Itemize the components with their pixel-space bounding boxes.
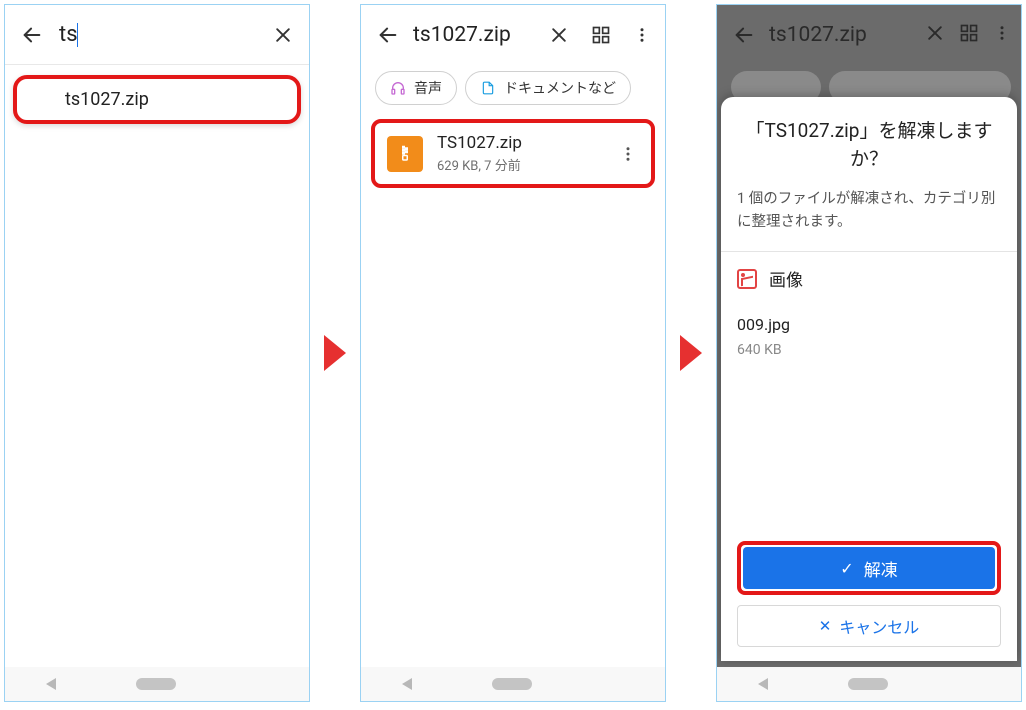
file-name: TS1027.zip [437,133,599,153]
x-icon: ✕ [819,617,832,635]
check-icon: ✓ [840,559,853,578]
zip-icon [387,136,423,172]
android-navbar [361,667,665,701]
chip-audio-label: 音声 [414,78,442,98]
back-icon [733,24,755,46]
cancel-button[interactable]: ✕ キャンセル [737,605,1001,647]
chip-audio[interactable]: 音声 [375,71,457,105]
search-result-text: ts1027.zip [65,89,149,110]
image-category-icon [737,269,757,289]
file-texts: TS1027.zip 629 KB, 7 分前 [437,133,599,174]
toolbar-title: ts1027.zip [413,23,531,47]
sheet-subtitle: 1 個のファイルが解凍され、カテゴリ別に整理されます。 [737,188,1001,233]
toolbar-title-dimmed: ts1027.zip [769,23,911,47]
text-caret [77,23,79,47]
chip-docs-label: ドキュメントなど [504,78,616,98]
more-menu-icon[interactable] [629,21,655,49]
nav-home-icon[interactable] [136,678,176,690]
nav-spacer [256,678,268,690]
file-meta: 629 KB, 7 分前 [437,155,599,174]
screen-1-search: ts ts1027.zip [4,4,310,702]
android-navbar [5,667,309,701]
divider [721,251,1017,252]
step-arrow-2 [680,4,702,702]
step-arrow-1 [324,4,346,702]
extract-item-size: 640 KB [737,342,1001,358]
search-input[interactable]: ts [59,22,257,47]
category-label: 画像 [769,266,803,291]
screen-3-content: ts1027.zip 「TS1027.zip」を解凍しますか？ 1 個のファイル… [717,5,1021,667]
close-icon [925,23,945,47]
filter-chips: 音声 ドキュメントなど [361,65,665,115]
grid-view-icon[interactable] [587,21,615,49]
sheet-title: 「TS1027.zip」を解凍しますか？ [737,117,1001,172]
spacer [737,358,1001,541]
search-value: ts [59,22,78,47]
file-more-icon[interactable] [613,138,643,170]
toolbar-dimmed: ts1027.zip [717,5,1021,65]
back-icon[interactable] [21,24,43,46]
screen-2-filelist: ts1027.zip 音声 ドキュメントなど [360,4,666,702]
extract-button[interactable]: ✓ 解凍 [743,547,995,589]
android-navbar [717,667,1021,701]
extract-item-name: 009.jpg [737,315,1001,334]
nav-back-icon[interactable] [46,678,56,690]
headphones-icon [390,80,406,96]
screen-3-extract-dialog: ts1027.zip 「TS1027.zip」を解凍しますか？ 1 個のファイル… [716,4,1022,702]
nav-back-icon[interactable] [402,678,412,690]
arrow-right-icon [680,335,702,371]
file-row[interactable]: TS1027.zip 629 KB, 7 分前 [371,119,655,188]
screen-2-content: ts1027.zip 音声 ドキュメントなど [361,5,665,667]
nav-home-icon[interactable] [848,678,888,690]
extract-button-highlight: ✓ 解凍 [737,541,1001,595]
screen-1-content: ts ts1027.zip [5,5,309,667]
cancel-button-label: キャンセル [839,614,919,638]
nav-spacer [612,678,624,690]
clear-icon[interactable] [273,25,293,45]
close-icon[interactable] [545,21,573,49]
extract-button-label: 解凍 [864,556,898,581]
nav-spacer [968,678,980,690]
category-row: 画像 [737,266,1001,291]
chip-docs[interactable]: ドキュメントなど [465,71,631,105]
arrow-right-icon [324,335,346,371]
toolbar: ts1027.zip [361,5,665,65]
extract-bottom-sheet: 「TS1027.zip」を解凍しますか？ 1 個のファイルが解凍され、カテゴリ別… [721,97,1017,661]
search-bar: ts [5,5,309,65]
nav-back-icon[interactable] [758,678,768,690]
nav-home-icon[interactable] [492,678,532,690]
back-icon[interactable] [377,24,399,46]
grid-view-icon [959,23,979,47]
search-result-row[interactable]: ts1027.zip [13,75,301,124]
document-icon [480,80,496,96]
more-menu-icon [993,23,1011,47]
